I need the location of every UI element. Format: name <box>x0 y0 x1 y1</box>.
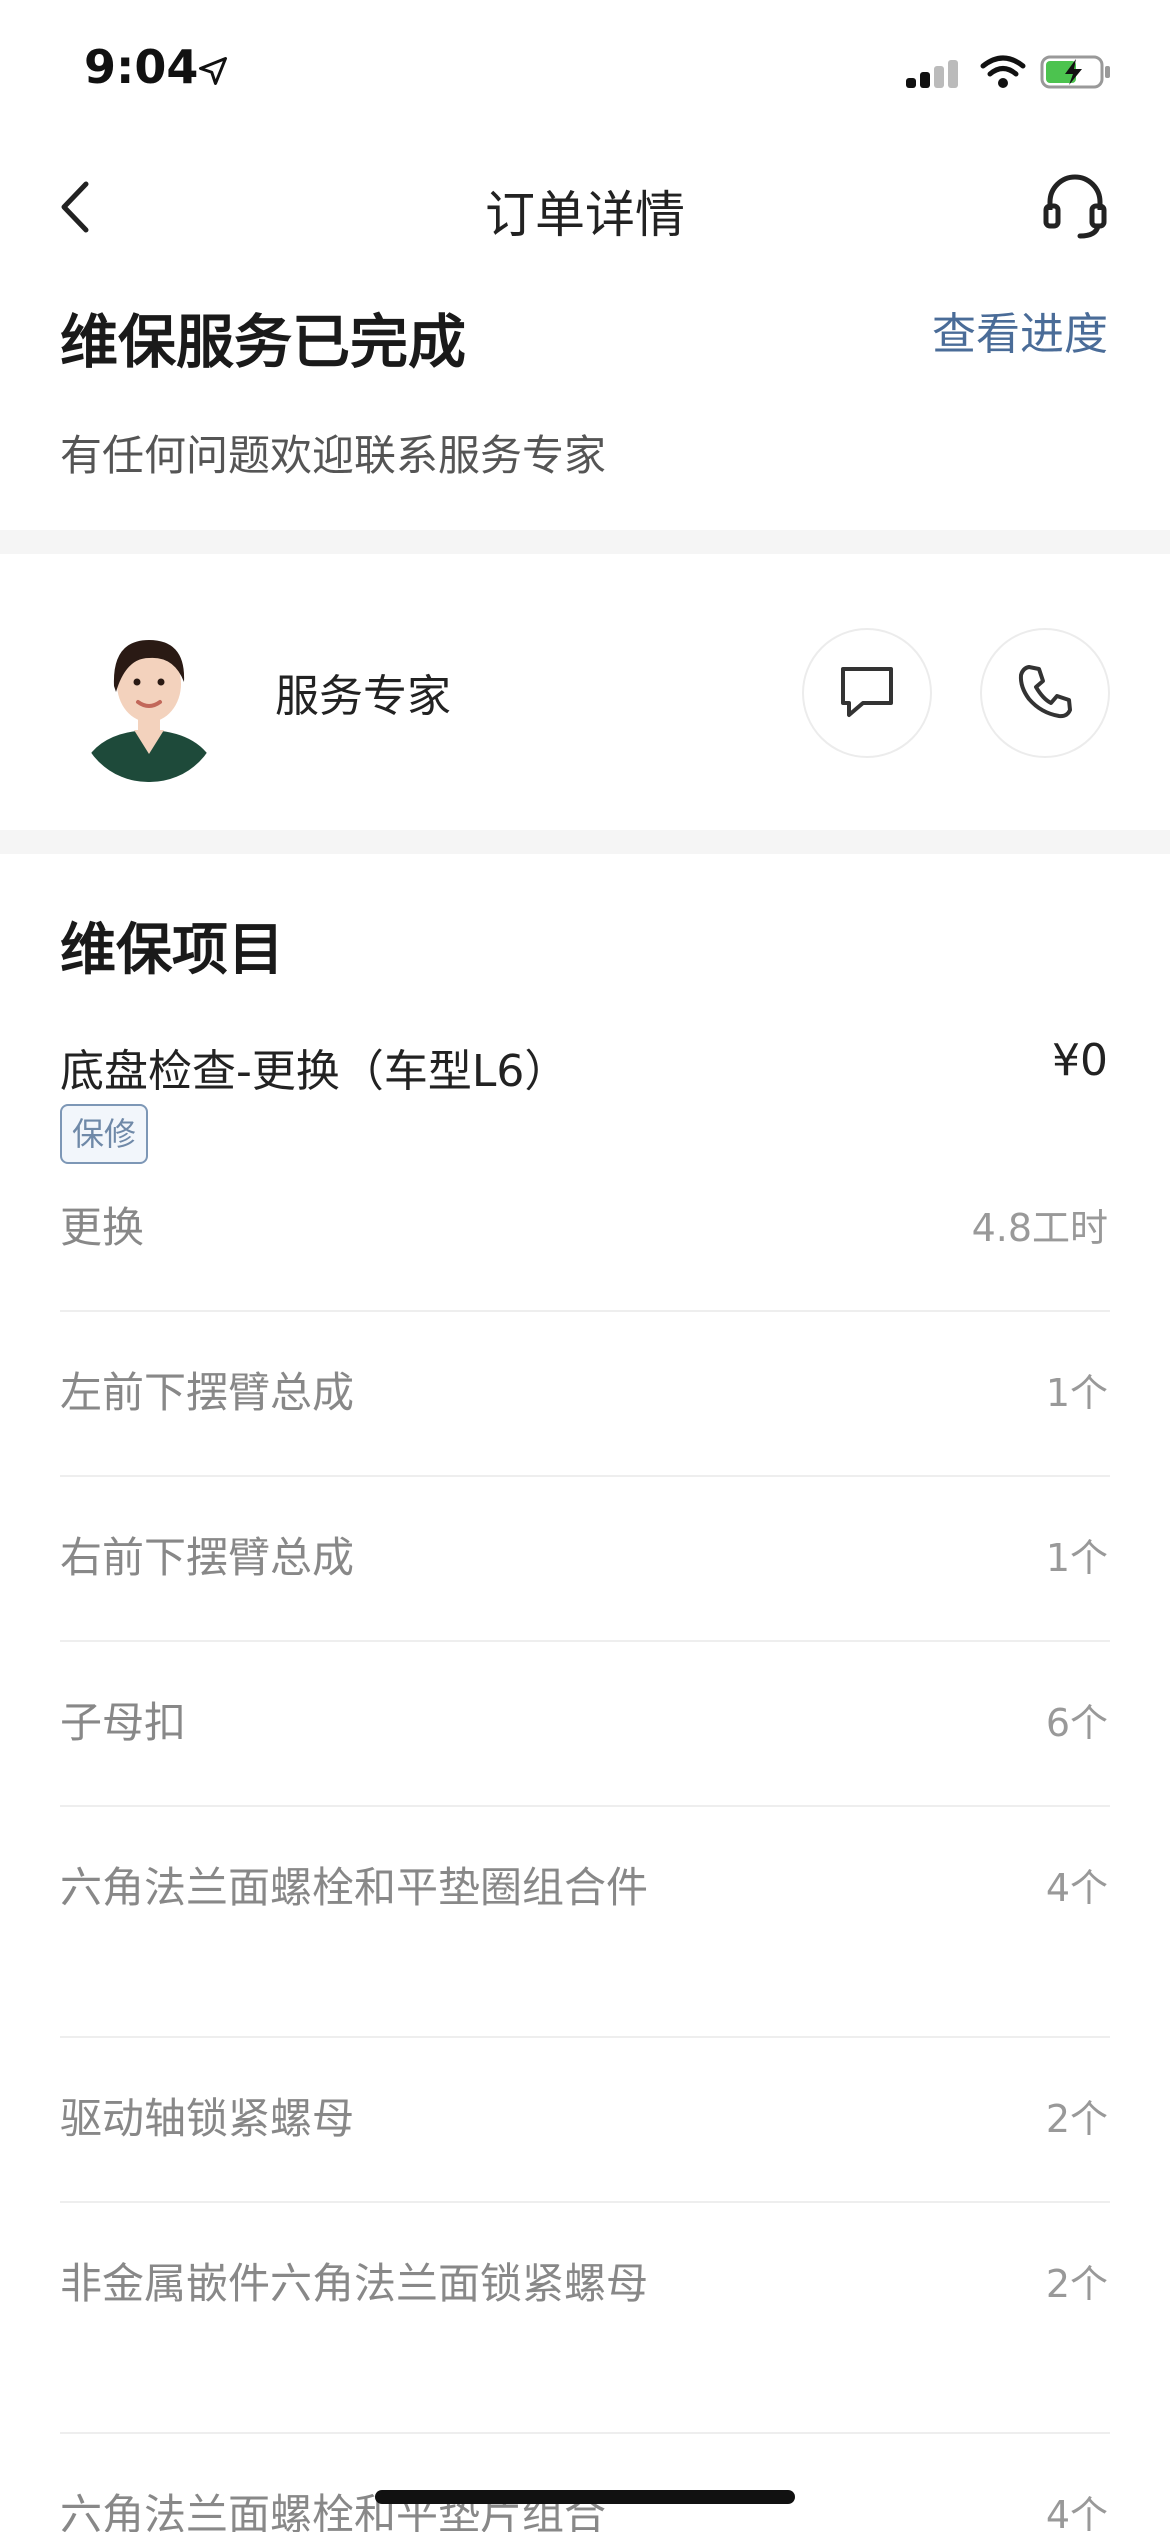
page-title: 订单详情 <box>485 186 685 244</box>
row-divider <box>60 2432 1110 2434</box>
avatar <box>78 622 220 782</box>
order-status-title: 维保服务已完成 <box>60 308 467 376</box>
maintenance-item-name: 底盘检查-更换（车型L6） <box>60 1046 569 1097</box>
section-divider <box>0 830 1170 854</box>
expert-name: 服务专家 <box>275 671 451 722</box>
warranty-tag: 保修 <box>60 1104 149 1164</box>
list-item-value: 4.8工时 <box>971 1206 1108 1250</box>
customer-service-headset-icon[interactable] <box>1040 170 1110 240</box>
chat-bubble-icon <box>837 661 897 725</box>
call-button[interactable] <box>980 628 1110 758</box>
row-divider <box>60 2201 1110 2203</box>
cellular-signal-icon <box>904 58 960 98</box>
wifi-icon <box>980 54 1026 94</box>
battery-charging-icon <box>1040 54 1112 94</box>
list-item-value: 4个 <box>1045 2493 1108 2532</box>
list-item-label: 六角法兰面螺栓和平垫圈组合件 <box>60 1863 649 1912</box>
maintenance-item-price: ¥0 <box>1052 1035 1108 1086</box>
list-item-label: 非金属嵌件六角法兰面锁紧螺母 <box>60 2259 649 2308</box>
row-divider <box>60 2036 1110 2038</box>
list-item-value: 2个 <box>1045 2097 1108 2141</box>
list-item-label: 驱动轴锁紧螺母 <box>60 2094 355 2143</box>
maintenance-section-title: 维保项目 <box>60 918 284 983</box>
list-item-value: 6个 <box>1045 1701 1108 1745</box>
location-arrow-icon <box>198 56 228 90</box>
row-divider <box>60 1310 1110 1312</box>
phone-icon <box>1015 661 1075 725</box>
message-button[interactable] <box>802 628 932 758</box>
list-item-value: 1个 <box>1045 1536 1108 1580</box>
row-divider <box>60 1640 1110 1642</box>
list-item-label: 左前下摆臂总成 <box>60 1368 355 1417</box>
row-divider <box>60 1805 1110 1807</box>
list-item-label: 右前下摆臂总成 <box>60 1533 355 1582</box>
section-divider <box>0 530 1170 554</box>
order-status-subtitle: 有任何问题欢迎联系服务专家 <box>60 431 607 480</box>
list-item-label: 子母扣 <box>60 1698 187 1747</box>
list-item-value: 4个 <box>1045 1866 1108 1910</box>
view-progress-link[interactable]: 查看进度 <box>932 298 1108 362</box>
list-item-value: 2个 <box>1045 2262 1108 2306</box>
row-divider <box>60 1475 1110 1477</box>
list-item-label: 六角法兰面螺栓和平垫片组合 <box>60 2490 607 2532</box>
status-time: 9:04 <box>84 40 199 94</box>
list-item-value: 1个 <box>1045 1371 1108 1415</box>
list-item-label: 更换 <box>60 1203 145 1252</box>
home-indicator[interactable] <box>375 2490 795 2504</box>
